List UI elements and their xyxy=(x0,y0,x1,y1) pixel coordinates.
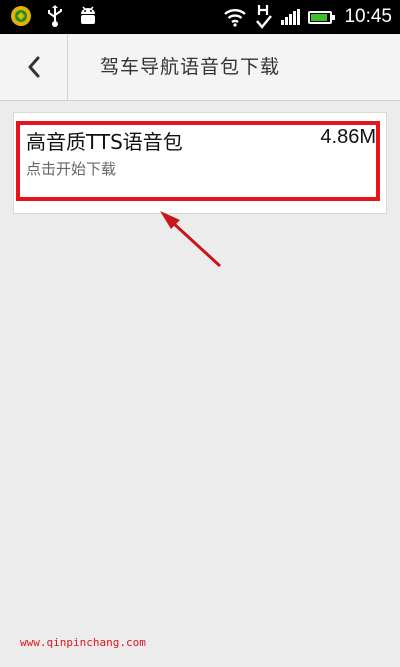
arrow-annotation xyxy=(160,211,222,268)
watermark: www.qinpinchang.com xyxy=(20,636,146,649)
